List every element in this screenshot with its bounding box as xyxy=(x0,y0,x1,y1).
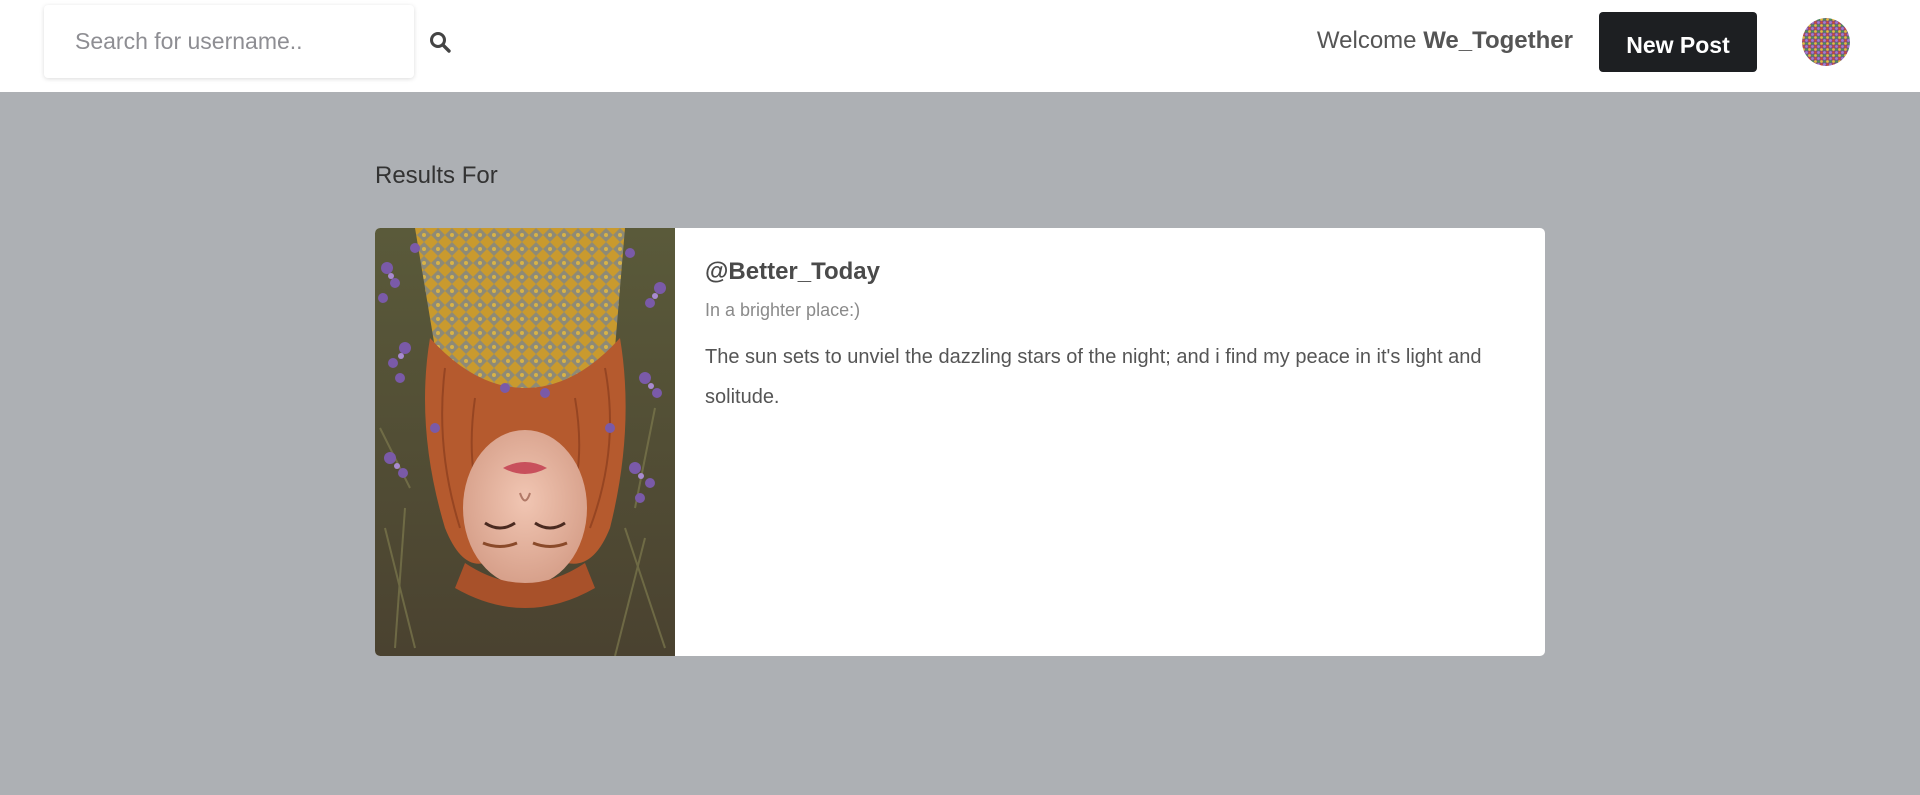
new-post-button[interactable]: New Post xyxy=(1599,12,1757,72)
search-button[interactable] xyxy=(424,26,456,58)
result-card[interactable]: @Better_Today In a brighter place:) The … xyxy=(375,228,1545,656)
top-navbar: Welcome We_Together New Post xyxy=(0,0,1920,92)
post-content: @Better_Today In a brighter place:) The … xyxy=(705,258,1515,417)
welcome-username: We_Together xyxy=(1423,27,1573,54)
results-heading: Results For xyxy=(375,162,498,189)
welcome-prefix: Welcome xyxy=(1316,27,1417,54)
post-username[interactable]: @Better_Today xyxy=(705,258,1515,286)
post-subtitle: In a brighter place:) xyxy=(705,300,861,320)
post-text: The sun sets to unviel the dazzling star… xyxy=(705,346,1482,408)
welcome-message: Welcome We_Together xyxy=(1317,27,1573,55)
user-avatar[interactable] xyxy=(1802,18,1850,66)
search-icon xyxy=(430,32,451,53)
search-input[interactable] xyxy=(44,5,414,78)
avatar-image xyxy=(1802,18,1850,66)
post-photo xyxy=(375,228,675,656)
